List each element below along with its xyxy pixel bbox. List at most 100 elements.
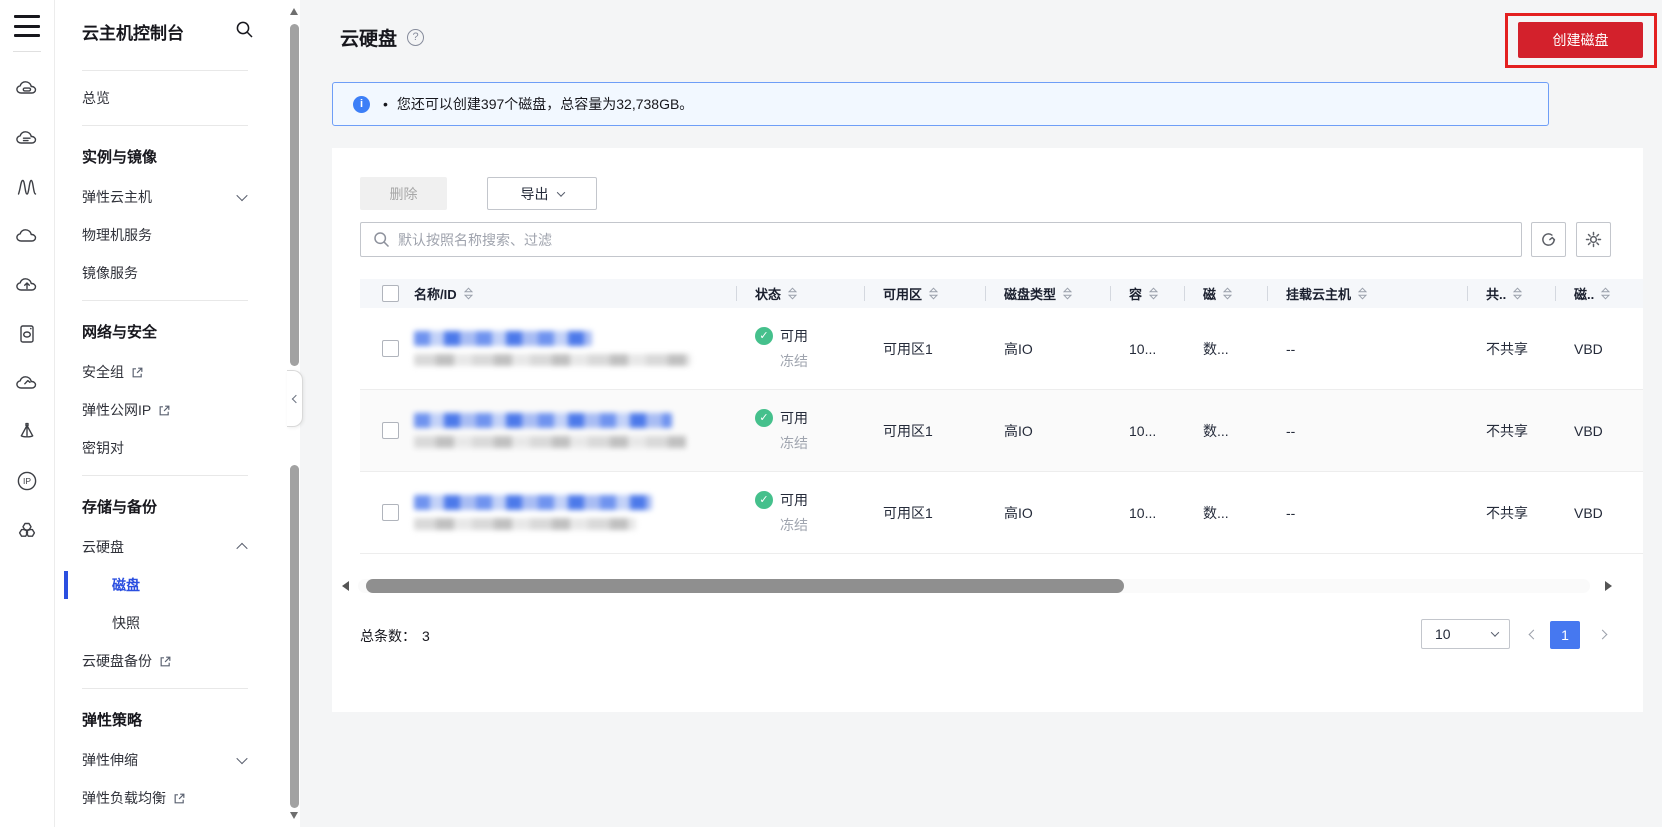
row-checkbox[interactable] <box>382 340 399 357</box>
delete-button[interactable]: 删除 <box>360 177 447 210</box>
cloud-flag-icon[interactable] <box>7 363 47 403</box>
column-label: 容 <box>1129 287 1143 302</box>
sidebar-divider <box>82 300 248 301</box>
horizontal-scrollbar[interactable] <box>342 578 1612 594</box>
mode-cell: VBD <box>1574 504 1603 521</box>
sidebar-item-disks[interactable]: 磁盘 <box>55 566 300 604</box>
sidebar-section-network: 网络与安全 <box>82 323 158 341</box>
main-content: 云硬盘 ? 创建磁盘 i • 您还可以创建397个磁盘，总容量为32,738GB… <box>300 0 1662 827</box>
status-text: 可用 <box>780 492 808 508</box>
status-ok-icon: ✓ <box>755 491 773 509</box>
sort-icon[interactable] <box>463 287 473 300</box>
sidebar-item-evs-backup[interactable]: 云硬盘备份 <box>55 642 300 680</box>
sort-icon[interactable] <box>788 287 798 300</box>
total-count: 总条数： 3 <box>360 621 430 651</box>
sidebar-item-bms[interactable]: 物理机服务 <box>55 216 300 254</box>
column-header-az[interactable]: 可用区 <box>864 279 985 308</box>
column-header-mode[interactable]: 磁.. <box>1555 279 1643 308</box>
sidebar-item-overview[interactable]: 总览 <box>55 79 300 117</box>
sidebar-item-evs[interactable]: 云硬盘 <box>55 528 300 566</box>
sort-icon[interactable] <box>1063 287 1073 300</box>
current-page-button[interactable]: 1 <box>1550 621 1580 649</box>
prev-page-button[interactable] <box>1525 626 1541 642</box>
sidebar-item-ecs[interactable]: 弹性云主机 <box>55 178 300 216</box>
cloud-stack-icon[interactable] <box>7 118 47 158</box>
disk-name-cell[interactable] <box>400 390 736 471</box>
help-icon[interactable]: ? <box>407 29 425 46</box>
scroll-up-arrow-icon[interactable] <box>290 8 298 15</box>
chevron-up-icon <box>236 542 248 555</box>
hex-cluster-icon[interactable] <box>7 510 47 550</box>
disk-type-cell: 高IO <box>1004 340 1033 357</box>
sidebar-item-elb[interactable]: 弹性负载均衡 <box>55 779 300 817</box>
scroll-down-arrow-icon[interactable] <box>290 812 298 819</box>
disk-list-card: 删除 导出 名称/ID 状态 <box>332 148 1643 712</box>
sort-icon[interactable] <box>1149 287 1159 300</box>
redacted-disk-id <box>414 518 636 530</box>
sort-icon[interactable] <box>1601 287 1611 300</box>
disk-name-cell[interactable] <box>400 308 736 389</box>
row-checkbox[interactable] <box>382 504 399 521</box>
page-size-select[interactable]: 10 <box>1421 619 1510 649</box>
row-checkbox[interactable] <box>382 422 399 439</box>
create-disk-button[interactable]: 创建磁盘 <box>1518 22 1643 58</box>
chevron-down-icon <box>236 752 248 765</box>
scrollbar-thumb[interactable] <box>366 579 1124 593</box>
autoscaling-waves-icon[interactable] <box>7 167 47 207</box>
search-box <box>360 222 1522 257</box>
sidebar-item-eip[interactable]: 弹性公网IP <box>55 391 300 429</box>
attached-host-cell: -- <box>1286 422 1296 439</box>
column-label: 磁 <box>1203 287 1217 302</box>
column-header-sharing[interactable]: 共.. <box>1467 279 1555 308</box>
column-header-attached-host[interactable]: 挂载云主机 <box>1267 279 1467 308</box>
sharing-cell: 不共享 <box>1486 422 1528 439</box>
scroll-right-arrow-icon[interactable] <box>1605 581 1612 591</box>
search-input[interactable] <box>398 231 1521 248</box>
settings-button[interactable] <box>1576 222 1611 257</box>
chevron-right-icon <box>1597 629 1607 639</box>
external-link-icon <box>158 404 171 417</box>
cloud-icon[interactable] <box>7 216 47 256</box>
sort-icon[interactable] <box>1513 287 1523 300</box>
sidebar-item-label: 弹性公网IP <box>82 402 152 418</box>
column-header-status[interactable]: 状态 <box>736 279 864 308</box>
scroll-left-arrow-icon[interactable] <box>342 581 349 591</box>
cloud-server-icon[interactable] <box>7 69 47 109</box>
redacted-disk-id <box>414 354 691 366</box>
column-header-attribute[interactable]: 磁 <box>1184 279 1267 308</box>
chevron-down-icon <box>556 187 565 197</box>
sidebar-item-label: 磁盘 <box>112 577 140 593</box>
refresh-button[interactable] <box>1531 222 1566 257</box>
sidebar-divider <box>82 70 248 71</box>
column-header-name-id[interactable]: 名称/ID <box>400 279 736 308</box>
scrollbar-thumb[interactable] <box>290 24 299 366</box>
column-header-capacity[interactable]: 容 <box>1110 279 1184 308</box>
next-page-button[interactable] <box>1594 626 1610 642</box>
disk-server-icon[interactable] <box>7 314 47 354</box>
sidebar-search-icon[interactable] <box>235 20 254 42</box>
beacon-icon[interactable] <box>7 412 47 452</box>
scrollbar-thumb[interactable] <box>290 465 299 808</box>
attached-host-cell: -- <box>1286 340 1296 357</box>
icon-rail: IP <box>0 0 55 827</box>
select-all-checkbox[interactable] <box>382 285 399 302</box>
sidebar-item-ims[interactable]: 镜像服务 <box>55 254 300 292</box>
sidebar-item-label: 云硬盘 <box>82 539 124 555</box>
ip-icon[interactable]: IP <box>7 461 47 501</box>
sidebar-item-label: 云硬盘备份 <box>82 653 152 669</box>
status-sub-text: 冻结 <box>780 353 808 369</box>
sort-icon[interactable] <box>1358 287 1368 300</box>
menu-icon[interactable] <box>14 15 40 37</box>
column-header-disk-type[interactable]: 磁盘类型 <box>985 279 1110 308</box>
sidebar-item-keypair[interactable]: 密钥对 <box>55 429 300 467</box>
sort-icon[interactable] <box>929 287 939 300</box>
column-label: 共.. <box>1486 287 1507 302</box>
sidebar-item-autoscaling[interactable]: 弹性伸缩 <box>55 741 300 779</box>
disk-name-cell[interactable] <box>400 472 736 553</box>
sidebar-item-security-group[interactable]: 安全组 <box>55 353 300 391</box>
export-button[interactable]: 导出 <box>487 177 597 210</box>
cloud-upload-icon[interactable] <box>7 265 47 305</box>
sidebar-item-snapshots[interactable]: 快照 <box>55 604 300 642</box>
banner-message: 您还可以创建397个磁盘，总容量为32,738GB。 <box>396 96 694 112</box>
sort-icon[interactable] <box>1223 287 1233 300</box>
